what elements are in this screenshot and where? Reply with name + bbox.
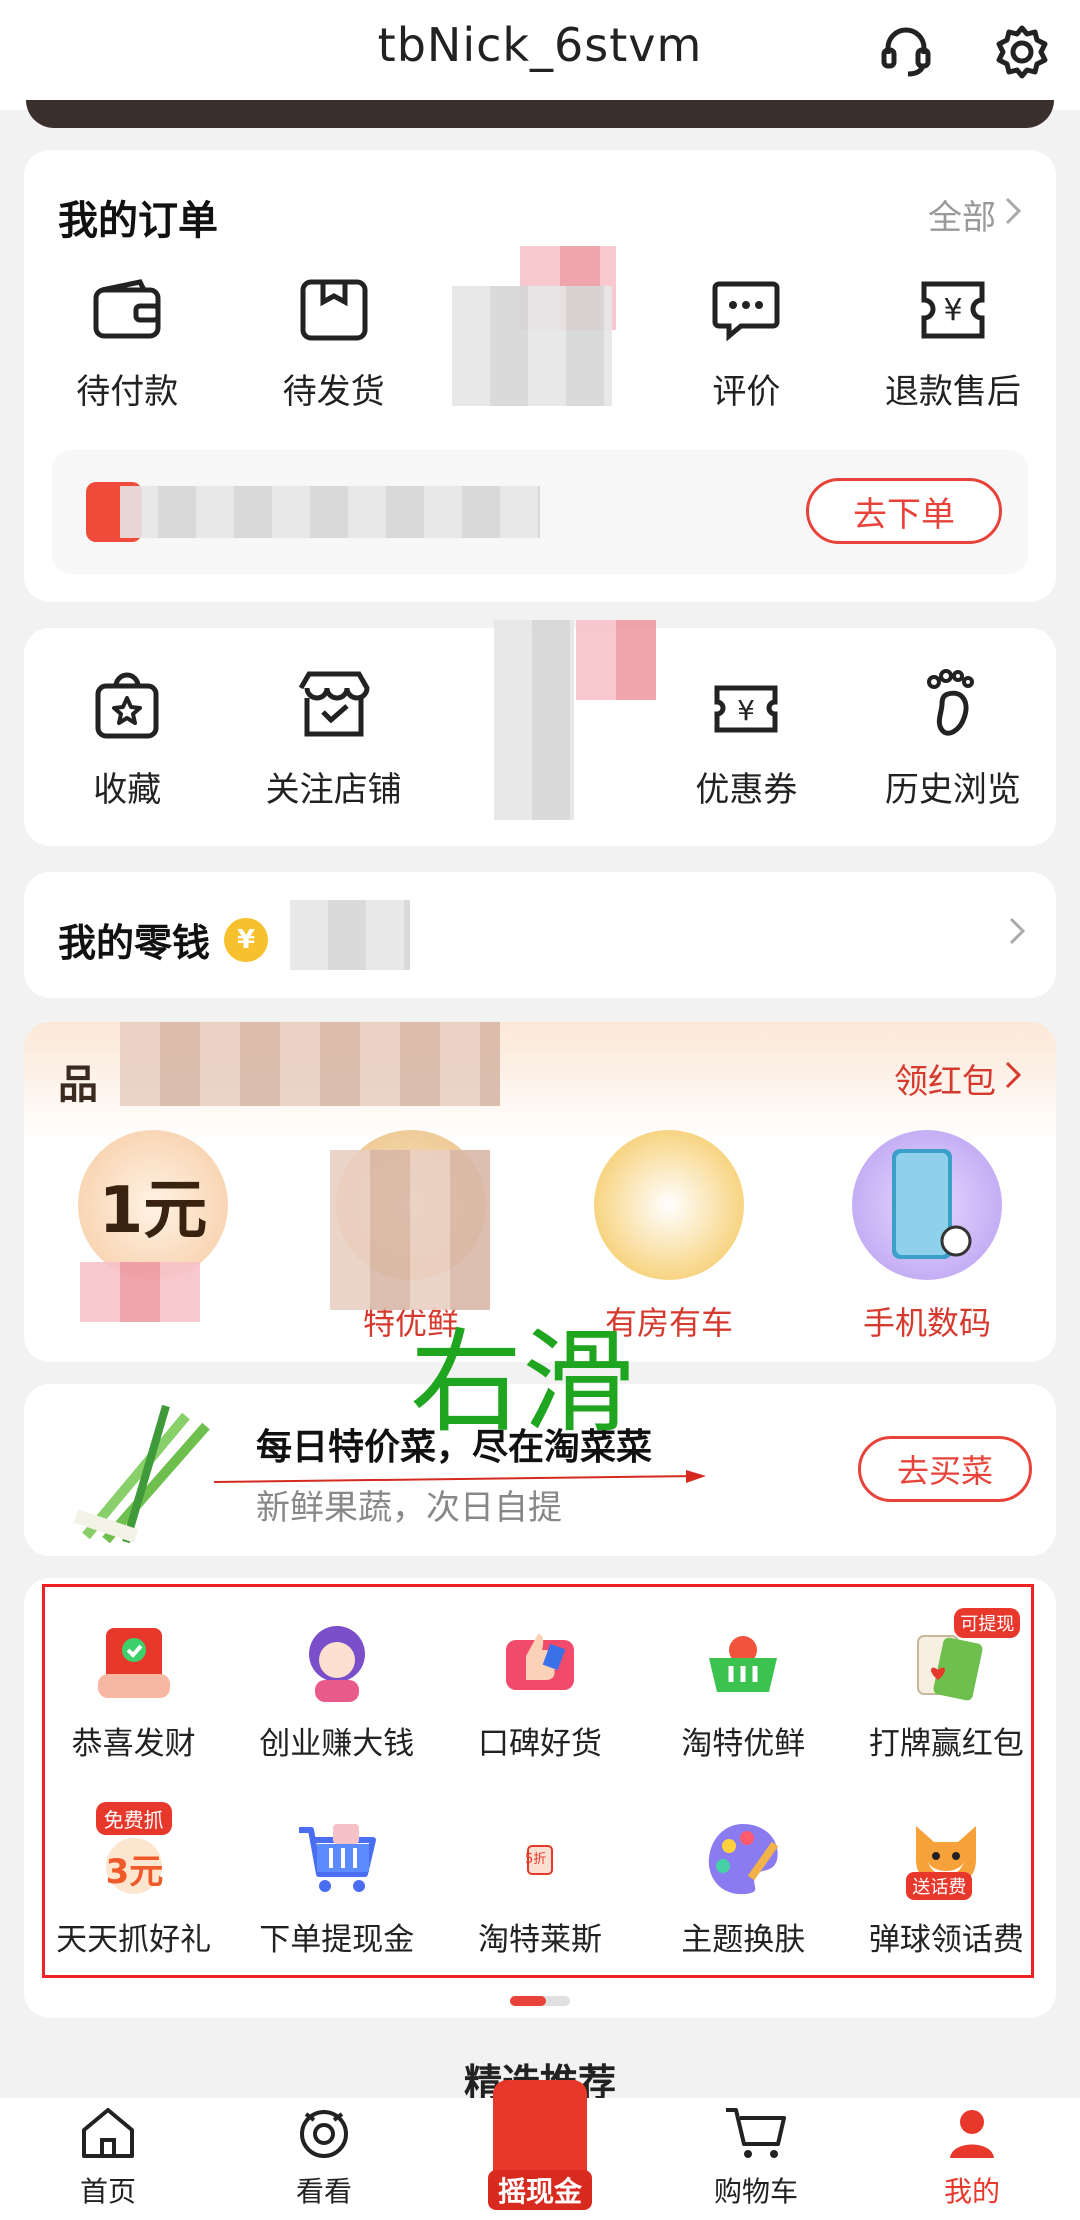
order-label: 待付款 [76, 372, 179, 412]
coupon-icon: ¥ [711, 668, 781, 744]
cart-icon [724, 2104, 788, 2164]
brand-title: 品 [58, 1062, 98, 1108]
shortcut-coupons[interactable]: ¥ 优惠券 [643, 668, 849, 811]
banner-edge [26, 100, 1054, 128]
chevron-right-icon [1004, 195, 1022, 235]
shortcut-label: 关注店铺 [265, 770, 402, 810]
one-yuan-badge: 1元 [78, 1130, 228, 1280]
orders-all-label: 全部 [928, 198, 996, 238]
phone-image [852, 1130, 1002, 1280]
go-order-button[interactable]: 去下单 [806, 478, 1002, 544]
shortcut-label: 历史浏览 [884, 770, 1021, 810]
highlight-frame [42, 1584, 1034, 1978]
bottom-tab-bar: 首页 看看 摇现金 购物车 我的 [0, 2080, 1080, 2220]
tab-watch[interactable]: 看看 [216, 2098, 432, 2220]
wallet-card[interactable]: 我的零钱 ¥ [24, 872, 1056, 998]
tab-shake-cash[interactable]: 摇现金 [432, 2080, 648, 2220]
shortcut-label: 优惠券 [695, 770, 798, 810]
get-red-packet-label: 领红包 [894, 1062, 996, 1102]
pixelated-area [494, 620, 574, 820]
leek-image [66, 1396, 236, 1550]
pixelated-area [80, 1262, 200, 1322]
comment-icon [711, 278, 781, 346]
refund-icon: ¥ [918, 278, 988, 346]
get-red-packet-link[interactable]: 领红包 [894, 1054, 1022, 1103]
pixelated-area [330, 1150, 490, 1310]
arrow-right-icon [213, 1470, 714, 1494]
toilet-image [594, 1130, 744, 1280]
tab-label: 购物车 [713, 2175, 798, 2208]
order-label: 评价 [712, 372, 781, 412]
page-indicator [510, 1996, 570, 2006]
buy-veg-button[interactable]: 去买菜 [858, 1436, 1032, 1502]
tab-cart[interactable]: 购物车 [648, 2098, 864, 2220]
order-pending-shipment[interactable]: 待发货 [230, 278, 436, 413]
store-icon [295, 668, 373, 744]
tab-home[interactable]: 首页 [0, 2098, 216, 2220]
svg-text:¥: ¥ [738, 694, 756, 727]
swipe-right-annotation: 右滑 [410, 1318, 634, 1448]
brand-item-label: 手机数码 [862, 1304, 991, 1342]
wallet-title: 我的零钱 [58, 921, 211, 965]
top-bar: tbNick_6stvm [0, 0, 1080, 110]
tab-label: 首页 [79, 2175, 136, 2208]
footprint-icon [918, 668, 988, 744]
order-pending-payment[interactable]: 待付款 [24, 278, 230, 413]
order-review[interactable]: 评价 [643, 278, 849, 413]
order-label: 退款售后 [884, 372, 1021, 412]
pixelated-area [452, 286, 612, 406]
order-label: 待发货 [282, 372, 385, 412]
svg-text:¥: ¥ [943, 293, 962, 328]
package-icon [299, 278, 369, 346]
orders-title: 我的订单 [58, 198, 218, 244]
coin-icon: ¥ [224, 917, 269, 962]
settings-gear-icon[interactable] [984, 14, 1060, 90]
pixelated-area [576, 620, 656, 700]
shortcut-favorites[interactable]: 收藏 [24, 668, 230, 811]
tab-label: 摇现金 [487, 2170, 592, 2210]
shortcut-label: 收藏 [93, 770, 162, 810]
pixelated-area [120, 486, 540, 538]
shortcut-history[interactable]: 历史浏览 [850, 668, 1056, 811]
home-icon [78, 2104, 138, 2164]
orders-all-link[interactable]: 全部 [928, 190, 1022, 239]
pixelated-area [120, 1022, 500, 1106]
shortcut-followed-stores[interactable]: 关注店铺 [230, 668, 436, 811]
eye-icon [292, 2104, 356, 2164]
tab-profile[interactable]: 我的 [864, 2098, 1080, 2220]
wallet-title-row: 我的零钱 ¥ [58, 912, 269, 967]
tab-label: 看看 [295, 2175, 352, 2208]
brand-item[interactable]: 手机数码 [798, 1130, 1056, 1344]
one-yuan-text: 1元 [98, 1174, 208, 1248]
star-bag-icon [92, 668, 162, 744]
pixelated-area [290, 900, 410, 970]
tab-label: 我的 [943, 2175, 1000, 2208]
chevron-right-icon [1008, 916, 1026, 950]
customer-service-icon[interactable] [868, 14, 944, 90]
wallet-icon [92, 278, 162, 346]
order-refund[interactable]: ¥ 退款售后 [850, 278, 1056, 413]
chevron-right-icon [1004, 1059, 1022, 1099]
profile-icon [942, 2104, 1002, 2164]
